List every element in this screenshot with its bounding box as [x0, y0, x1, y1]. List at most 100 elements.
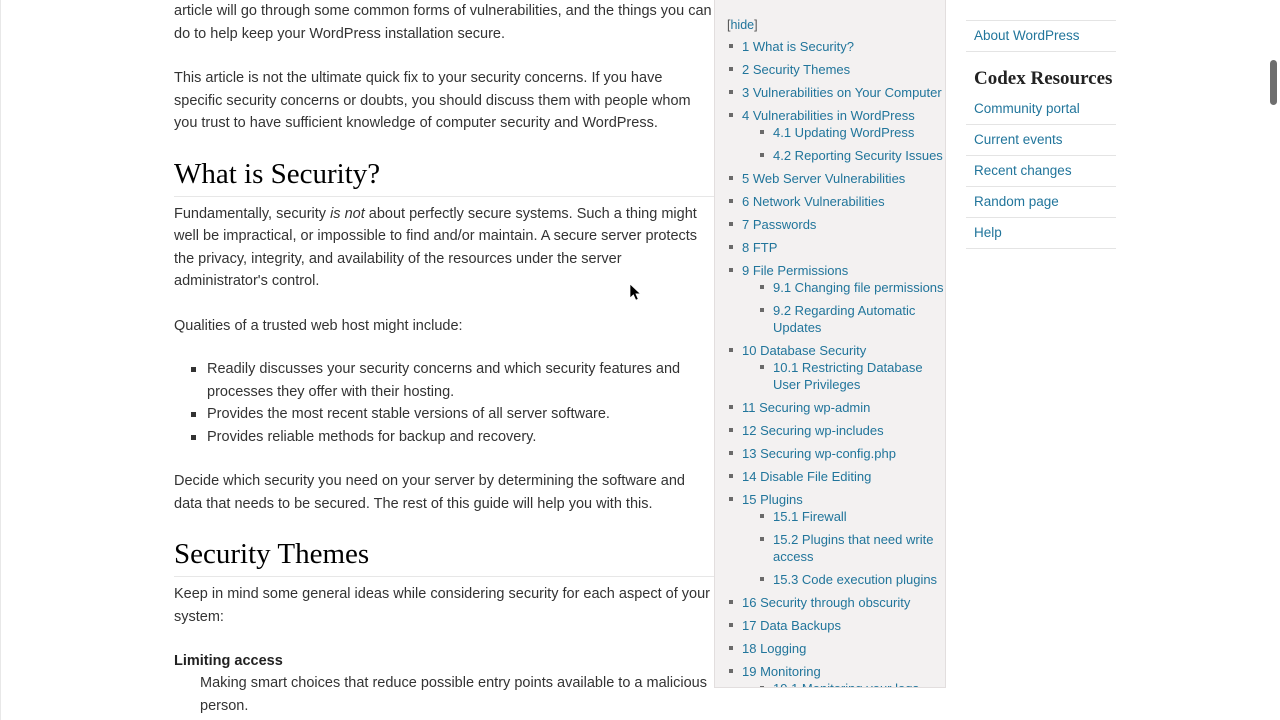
toc-item[interactable]: 10 Database Security 10.1 Restricting Da…: [729, 342, 945, 393]
toc-item[interactable]: 6 Network Vulnerabilities: [729, 193, 945, 210]
toc-link[interactable]: 19 Monitoring: [742, 664, 821, 679]
toc-item[interactable]: 14 Disable File Editing: [729, 468, 945, 485]
toc-link[interactable]: 9 File Permissions: [742, 263, 848, 278]
toc-subitem[interactable]: 9.1 Changing file permissions: [760, 279, 945, 296]
toc-link[interactable]: 1 What is Security?: [742, 39, 854, 54]
what-is-security-paragraph: Fundamentally, security is not about per…: [174, 203, 714, 293]
sidebar-item-recent-changes[interactable]: Recent changes: [966, 156, 1116, 187]
list-item: Readily discusses your security concerns…: [191, 358, 714, 403]
toc-item[interactable]: 18 Logging: [729, 640, 945, 657]
security-themes-intro: Keep in mind some general ideas while co…: [174, 586, 710, 625]
toc-item[interactable]: 4 Vulnerabilities in WordPress 4.1 Updat…: [729, 107, 945, 164]
sidebar-heading-codex-resources: Codex Resources: [974, 68, 1113, 89]
toc-link[interactable]: 14 Disable File Editing: [742, 469, 871, 484]
para-emphasis: is not: [330, 205, 365, 222]
toc-subitem[interactable]: 19.1 Monitoring your logs: [760, 680, 945, 687]
toc-item[interactable]: 15 Plugins 15.1 Firewall 15.2 Plugins th…: [729, 491, 945, 588]
toc-item[interactable]: 3 Vulnerabilities on Your Computer: [729, 84, 945, 101]
toc-item[interactable]: 16 Security through obscurity: [729, 594, 945, 611]
toc-item[interactable]: 17 Data Backups: [729, 617, 945, 634]
theme-term: Limiting access: [174, 653, 283, 669]
sidebar-link[interactable]: About WordPress: [974, 28, 1080, 43]
toc-subitem[interactable]: 10.1 Restricting Database User Privilege…: [760, 359, 945, 393]
toc-item[interactable]: 13 Securing wp-config.php: [729, 445, 945, 462]
what-is-security-closing: Decide which security you need on your s…: [174, 473, 685, 512]
toc-sublist: 9.1 Changing file permissions 9.2 Regard…: [742, 279, 945, 336]
left-gutter: [0, 0, 1, 720]
toc-subitem[interactable]: 15.1 Firewall: [760, 508, 945, 525]
sidebar-link[interactable]: Community portal: [974, 101, 1080, 116]
sidebar-item-community-portal[interactable]: Community portal: [966, 94, 1116, 125]
theme-definition: Making smart choices that reduce possibl…: [200, 675, 707, 714]
toc-subitem[interactable]: 15.3 Code execution plugins: [760, 571, 945, 588]
toc-item[interactable]: 2 Security Themes: [729, 61, 945, 78]
toc-link[interactable]: 15 Plugins: [742, 492, 803, 507]
toc-link[interactable]: 16 Security through obscurity: [742, 595, 910, 610]
sidebar-item-help[interactable]: Help: [966, 218, 1116, 249]
table-of-contents: [hide] 1 What is Security? 2 Security Th…: [714, 0, 946, 688]
toc-item[interactable]: 1 What is Security?: [729, 38, 945, 55]
toc-link[interactable]: 5 Web Server Vulnerabilities: [742, 171, 905, 186]
toc-item[interactable]: 7 Passwords: [729, 216, 945, 233]
toc-subitem[interactable]: 4.1 Updating WordPress: [760, 124, 945, 141]
toc-link[interactable]: 4 Vulnerabilities in WordPress: [742, 108, 915, 123]
list-item: Provides reliable methods for backup and…: [191, 426, 714, 449]
toc-toggle: [hide]: [727, 18, 945, 32]
toc-link[interactable]: 11 Securing wp-admin: [742, 400, 870, 415]
toc-sublink[interactable]: 15.2 Plugins that need write access: [773, 532, 933, 564]
heading-what-is-security: What is Security?: [174, 157, 714, 197]
toc-subitem[interactable]: 9.2 Regarding Automatic Updates: [760, 302, 945, 336]
toc-sublink[interactable]: 9.1 Changing file permissions: [773, 280, 944, 295]
toc-sublink[interactable]: 19.1 Monitoring your logs: [773, 681, 919, 687]
toc-link[interactable]: 17 Data Backups: [742, 618, 841, 633]
sidebar-link[interactable]: Help: [974, 225, 1002, 240]
toc-subitem[interactable]: 4.2 Reporting Security Issues: [760, 147, 945, 164]
toc-link[interactable]: 18 Logging: [742, 641, 806, 656]
vertical-scrollbar[interactable]: [1265, 0, 1280, 720]
toc-link[interactable]: 3 Vulnerabilities on Your Computer: [742, 85, 942, 100]
sidebar-link[interactable]: Recent changes: [974, 163, 1072, 178]
article-content: article will go through some common form…: [174, 0, 714, 720]
toc-link[interactable]: 10 Database Security: [742, 343, 866, 358]
toc-sublist: 4.1 Updating WordPress 4.2 Reporting Sec…: [742, 124, 945, 164]
toc-sublink[interactable]: 4.2 Reporting Security Issues: [773, 148, 943, 163]
toc-item[interactable]: 11 Securing wp-admin: [729, 399, 945, 416]
toc-item[interactable]: 12 Securing wp-includes: [729, 422, 945, 439]
toc-sublink[interactable]: 9.2 Regarding Automatic Updates: [773, 303, 915, 335]
toc-link[interactable]: 8 FTP: [742, 240, 777, 255]
toc-sublink[interactable]: 10.1 Restricting Database User Privilege…: [773, 360, 923, 392]
sidebar-link[interactable]: Random page: [974, 194, 1059, 209]
toc-toggle-link[interactable]: hide: [730, 18, 754, 32]
sidebar-item-random-page[interactable]: Random page: [966, 187, 1116, 218]
page-root: article will go through some common form…: [0, 0, 1280, 720]
sidebar-item-about-wordpress[interactable]: About WordPress: [966, 20, 1116, 52]
list-item: Provides the most recent stable versions…: [191, 403, 714, 426]
toc-sublist: 19.1 Monitoring your logs: [742, 680, 945, 687]
toc-subitem[interactable]: 15.2 Plugins that need write access: [760, 531, 945, 565]
sidebar-link[interactable]: Current events: [974, 132, 1063, 147]
intro-paragraph-2: This article is not the ultimate quick f…: [174, 70, 691, 131]
sidebar-item-current-events[interactable]: Current events: [966, 125, 1116, 156]
qualities-list: Readily discusses your security concerns…: [174, 358, 714, 448]
right-sidebar: About WordPress Codex Resources Communit…: [966, 20, 1116, 249]
intro-paragraph-1: article will go through some common form…: [174, 3, 712, 42]
toc-item[interactable]: 5 Web Server Vulnerabilities: [729, 170, 945, 187]
scrollbar-thumb[interactable]: [1270, 60, 1277, 105]
toc-sublist: 10.1 Restricting Database User Privilege…: [742, 359, 945, 393]
toc-link[interactable]: 2 Security Themes: [742, 62, 850, 77]
toc-toggle-bracket-close: ]: [754, 18, 758, 32]
toc-sublink[interactable]: 15.1 Firewall: [773, 509, 847, 524]
toc-list: 1 What is Security? 2 Security Themes 3 …: [715, 38, 945, 687]
toc-link[interactable]: 7 Passwords: [742, 217, 816, 232]
qualities-intro: Qualities of a trusted web host might in…: [174, 317, 463, 334]
toc-item[interactable]: 8 FTP: [729, 239, 945, 256]
toc-sublink[interactable]: 4.1 Updating WordPress: [773, 125, 914, 140]
toc-sublist: 15.1 Firewall 15.2 Plugins that need wri…: [742, 508, 945, 588]
toc-item[interactable]: 9 File Permissions 9.1 Changing file per…: [729, 262, 945, 336]
toc-link[interactable]: 13 Securing wp-config.php: [742, 446, 896, 461]
toc-sublink[interactable]: 15.3 Code execution plugins: [773, 572, 937, 587]
toc-link[interactable]: 6 Network Vulnerabilities: [742, 194, 885, 209]
toc-item[interactable]: 19 Monitoring 19.1 Monitoring your logs: [729, 663, 945, 687]
toc-link[interactable]: 12 Securing wp-includes: [742, 423, 884, 438]
security-themes-definition-list: Limiting access Making smart choices tha…: [174, 650, 714, 720]
